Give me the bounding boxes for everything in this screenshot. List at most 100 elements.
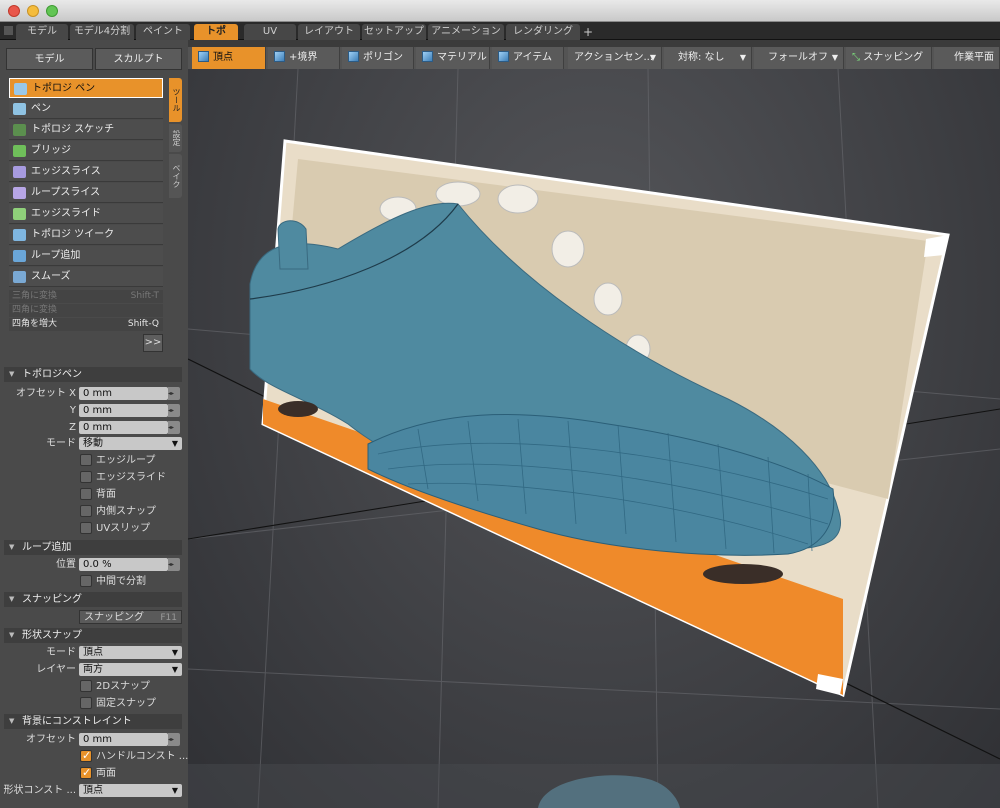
tool-topology-tweak[interactable]: トポロジ ツイーク <box>9 225 163 245</box>
vertex-mode-button[interactable]: 頂点 <box>192 47 266 69</box>
layer-dropdown[interactable]: 両方 ▼ <box>79 663 182 676</box>
handle-constraint-checkbox[interactable] <box>80 749 92 762</box>
offset-x-field[interactable]: 0 mm <box>79 387 168 400</box>
polygon-icon <box>348 51 359 62</box>
layout-tab-bar: モデル モデル4分割 ペイント トポ UV レイアウト セットアップ アニメーシ… <box>0 22 1000 40</box>
symmetry-dropdown[interactable]: 対称: なし ▼ <box>664 47 752 69</box>
model-mode-button[interactable]: モデル <box>6 48 93 70</box>
bg-offset-label: オフセット <box>26 734 76 745</box>
expand-panel-button[interactable]: >> <box>143 334 163 352</box>
tool-smooth[interactable]: スムーズ <box>9 267 163 287</box>
side-tab-settings[interactable]: 設定 <box>169 124 182 152</box>
tab-topo[interactable]: トポ <box>194 24 238 40</box>
edge-icon <box>274 51 285 62</box>
tab-model-quad[interactable]: モデル4分割 <box>70 24 134 40</box>
section-shape-snap[interactable]: 形状スナップ <box>4 628 182 643</box>
tab-setup[interactable]: セットアップ <box>362 24 426 40</box>
position-field[interactable]: 0.0 % <box>79 558 168 571</box>
work-plane-button[interactable]: 作業平面 <box>934 47 1000 69</box>
offset-y-field[interactable]: 0 mm <box>79 404 168 417</box>
command-triple: 三角に変換 Shift-T <box>9 290 163 303</box>
tab-layout[interactable]: レイアウト <box>298 24 360 40</box>
uv-slip-checkbox[interactable] <box>80 522 92 534</box>
fixed-snap-label: 固定スナップ <box>96 698 156 709</box>
bg-offset-stepper[interactable] <box>168 733 180 746</box>
command-spikey-quad[interactable]: 四角を増大 Shift-Q <box>9 318 163 331</box>
handle-constraint-label: ハンドルコンスト ... <box>96 751 189 762</box>
tool-edge-slice[interactable]: エッジスライス <box>9 162 163 182</box>
snapping-toggle[interactable]: ⤡ スナッピング <box>846 47 932 69</box>
edge-slide-checkbox[interactable] <box>80 471 92 483</box>
material-mode-button[interactable]: マテリアル <box>416 47 490 69</box>
close-window-button[interactable] <box>8 5 20 17</box>
offset-x-label: オフセット X <box>15 388 76 399</box>
inner-snap-checkbox[interactable] <box>80 505 92 517</box>
split-middle-checkbox[interactable] <box>80 575 92 587</box>
tool-loop-add[interactable]: ループ追加 <box>9 246 163 266</box>
section-loop-add[interactable]: ループ追加 <box>4 540 182 555</box>
shape-constraint-label: 形状コンスト ... <box>3 785 76 796</box>
position-stepper[interactable] <box>168 558 180 571</box>
edge-slide-icon <box>13 208 26 220</box>
chevron-down-icon: ▼ <box>171 665 178 674</box>
tab-menu-icon[interactable] <box>4 26 13 35</box>
chevron-down-icon: ▼ <box>739 53 746 62</box>
tab-animation[interactable]: アニメーション <box>428 24 504 40</box>
inner-snap-label: 内側スナップ <box>96 506 156 517</box>
chevron-down-icon: ▼ <box>171 439 178 448</box>
chevron-down-icon: ▼ <box>831 53 838 62</box>
pen-icon <box>13 103 26 115</box>
loop-slice-icon <box>13 187 26 199</box>
tool-topology-pen[interactable]: トポロジ ペン <box>9 78 163 98</box>
bg-offset-field[interactable]: 0 mm <box>79 733 168 746</box>
snap-2d-checkbox[interactable] <box>80 680 92 692</box>
offset-z-label: Z <box>69 422 76 433</box>
backface-label: 背面 <box>96 489 116 500</box>
side-tab-tools[interactable]: ツール <box>169 78 182 122</box>
tool-topology-sketch[interactable]: トポロジ スケッチ <box>9 120 163 140</box>
tool-bridge[interactable]: ブリッジ <box>9 141 163 161</box>
section-topology-pen[interactable]: トポロジペン <box>4 367 182 382</box>
double-sided-label: 両面 <box>96 768 116 779</box>
offset-z-stepper[interactable] <box>168 421 180 434</box>
tab-paint[interactable]: ペイント <box>136 24 190 40</box>
offset-x-stepper[interactable] <box>168 387 180 400</box>
backface-checkbox[interactable] <box>80 488 92 500</box>
polygon-mode-button[interactable]: ポリゴン <box>342 47 414 69</box>
item-mode-button[interactable]: アイテム <box>492 47 564 69</box>
viewport-scene <box>188 69 1000 808</box>
tab-uv[interactable]: UV <box>244 24 296 40</box>
double-sided-checkbox[interactable] <box>80 766 92 779</box>
fixed-snap-checkbox[interactable] <box>80 697 92 709</box>
edge-slice-icon <box>13 166 26 178</box>
edge-loop-checkbox[interactable] <box>80 454 92 466</box>
offset-z-field[interactable]: 0 mm <box>79 421 168 434</box>
add-tab-button[interactable]: + <box>583 24 593 40</box>
tool-loop-slice[interactable]: ループスライス <box>9 183 163 203</box>
side-tab-bake[interactable]: ベイク <box>169 154 182 198</box>
tab-model[interactable]: モデル <box>16 24 68 40</box>
edge-mode-button[interactable]: +境界 <box>268 47 340 69</box>
section-background-constraint[interactable]: 背景にコンストレイント <box>4 714 182 729</box>
snapping-button[interactable]: スナッピング F11 <box>79 610 182 624</box>
offset-y-stepper[interactable] <box>168 404 180 417</box>
minimize-window-button[interactable] <box>27 5 39 17</box>
mode-dropdown[interactable]: 移動 ▼ <box>79 437 182 450</box>
zoom-window-button[interactable] <box>46 5 58 17</box>
position-label: 位置 <box>56 559 76 570</box>
action-center-dropdown[interactable]: アクションセン... ▼ <box>568 47 662 69</box>
edge-loop-label: エッジループ <box>96 455 156 466</box>
tool-edge-slide[interactable]: エッジスライド <box>9 204 163 224</box>
shape-constraint-dropdown[interactable]: 頂点 ▼ <box>79 784 182 797</box>
tool-panel: モデル スカルプト トポロジ ペン ペン トポロジ スケッチ ブリッジ エッジス… <box>0 40 188 808</box>
vertex-icon <box>198 51 209 62</box>
shape-snap-mode-dropdown[interactable]: 頂点 ▼ <box>79 646 182 659</box>
selection-toolbar: 頂点 +境界 ポリゴン マテリアル アイテム アクションセン... ▼ 対称: な… <box>188 47 1000 69</box>
offset-y-label: Y <box>69 405 76 416</box>
sculpt-mode-button[interactable]: スカルプト <box>95 48 182 70</box>
3d-viewport[interactable] <box>188 69 1000 808</box>
section-snapping[interactable]: スナッピング <box>4 592 182 607</box>
tool-pen[interactable]: ペン <box>9 99 163 119</box>
falloff-dropdown[interactable]: フォールオフ ▼ <box>754 47 844 69</box>
tab-rendering[interactable]: レンダリング <box>506 24 580 40</box>
